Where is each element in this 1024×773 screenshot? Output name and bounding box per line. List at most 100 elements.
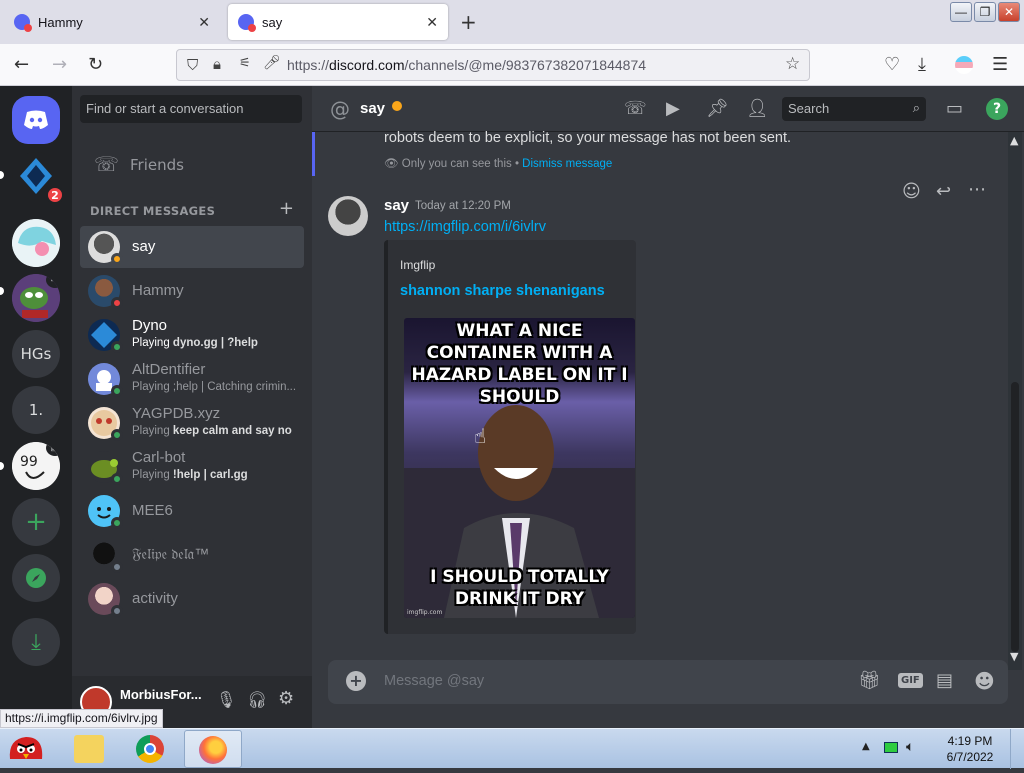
- clock[interactable]: 4:19 PM 6/7/2022: [936, 733, 1004, 765]
- downloads-icon[interactable]: ⤓: [918, 54, 926, 75]
- lock-icon[interactable]: 🔒︎: [213, 55, 221, 73]
- dm-item-yagpdb[interactable]: YAGPDB.xyz Playing keep calm and say no: [80, 402, 304, 444]
- dyno-server-icon[interactable]: 2: [12, 152, 64, 204]
- upload-plus-icon[interactable]: +: [346, 671, 366, 691]
- frog-server-icon[interactable]: ▭: [12, 274, 60, 322]
- pin-icon[interactable]: 📌︎: [706, 98, 729, 119]
- friends-nav-item[interactable]: ☏ Friends: [80, 144, 304, 186]
- file-explorer-icon[interactable]: [74, 735, 104, 763]
- show-desktop-button[interactable]: [1010, 729, 1024, 769]
- help-icon[interactable]: ?: [986, 98, 1008, 120]
- scroll-down-icon[interactable]: ▼: [1010, 650, 1018, 663]
- username: MorbiusFor...: [120, 687, 202, 702]
- dm-name: YAGPDB.xyz: [132, 405, 221, 422]
- url-text[interactable]: https://discord.com/channels/@me/9837673…: [287, 57, 646, 73]
- tray-expand-icon[interactable]: ▲: [862, 741, 870, 752]
- new-tab-icon[interactable]: +: [460, 10, 477, 34]
- avatar[interactable]: [328, 196, 368, 236]
- screen-share-icon: ▭: [46, 274, 60, 288]
- close-tab-icon[interactable]: ✕: [426, 14, 438, 31]
- inbox-icon[interactable]: ▭: [946, 98, 963, 119]
- status-online-icon: [111, 473, 123, 485]
- reply-icon[interactable]: ↩: [936, 181, 951, 202]
- message-timestamp: Today at 12:20 PM: [415, 200, 511, 212]
- status-online-icon: [111, 429, 123, 441]
- message-composer[interactable]: + Message @say 🎁︎ GIF ▤ ☻: [328, 660, 1008, 704]
- minimize-window-button[interactable]: —: [950, 2, 972, 22]
- pocket-icon[interactable]: ♡: [884, 54, 900, 75]
- voice-call-icon[interactable]: ☏: [624, 98, 647, 119]
- video-call-icon[interactable]: ▶: [666, 98, 680, 119]
- more-options-icon[interactable]: ⋯: [968, 179, 986, 200]
- unread-pill: [0, 287, 4, 295]
- menu-icon[interactable]: ☰: [992, 54, 1008, 75]
- dm-item-felipe[interactable]: 𝔉𝔢𝔩𝔦𝔭𝔢 𝔡𝔢𝔩𝔞™: [80, 534, 304, 576]
- gear-icon[interactable]: ⚙: [278, 688, 294, 709]
- dm-item-say[interactable]: say: [80, 226, 304, 268]
- chrome-icon[interactable]: [136, 735, 164, 763]
- search-input[interactable]: Search ⌕: [782, 97, 926, 121]
- dm-item-activity[interactable]: activity: [80, 578, 304, 620]
- profile-icon[interactable]: [955, 56, 973, 74]
- scrollbar-track[interactable]: ▲ ▼: [1008, 132, 1022, 670]
- find-conversation-input[interactable]: Find or start a conversation: [80, 95, 302, 123]
- dismiss-message-link[interactable]: Dismiss message: [522, 158, 612, 170]
- message-link[interactable]: https://imgflip.com/i/6ivlrv: [384, 219, 546, 235]
- status-online-icon: [111, 385, 123, 397]
- microphone-icon[interactable]: 🎙︎: [216, 690, 236, 709]
- back-arrow-icon[interactable]: ←: [14, 54, 29, 75]
- status-online-icon: [111, 517, 123, 529]
- dm-item-mee6[interactable]: MEE6: [80, 490, 304, 532]
- gif-button[interactable]: GIF: [898, 673, 923, 688]
- bookmark-star-icon[interactable]: ☆: [785, 54, 800, 74]
- embed-title[interactable]: shannon sharpe shenanigans: [400, 283, 605, 299]
- add-reaction-icon[interactable]: ☺: [902, 181, 921, 202]
- network-icon[interactable]: [884, 742, 898, 753]
- anime-server-icon[interactable]: [12, 219, 60, 267]
- start-button[interactable]: [4, 729, 48, 769]
- close-window-button[interactable]: ✕: [998, 2, 1020, 22]
- discord-home-icon[interactable]: [12, 96, 60, 144]
- 99-server-icon[interactable]: 99 ▣: [12, 442, 60, 490]
- permissions-icon[interactable]: ⚟: [239, 56, 251, 71]
- dm-item-dyno[interactable]: Dyno Playing dyno.gg | ?help: [80, 314, 304, 356]
- embed-image[interactable]: WHAT A NICE CONTAINER WITH A HAZARD LABE…: [404, 318, 635, 618]
- explore-icon[interactable]: [12, 554, 60, 602]
- close-tab-icon[interactable]: ✕: [198, 14, 210, 31]
- scrollbar-thumb[interactable]: [1011, 382, 1019, 652]
- add-server-icon[interactable]: +: [12, 498, 60, 546]
- message-input[interactable]: Message @say: [384, 673, 484, 689]
- shield-icon[interactable]: ⛉: [187, 56, 198, 74]
- message-author[interactable]: say: [384, 197, 409, 214]
- headphones-icon[interactable]: 🎧︎: [247, 690, 267, 709]
- emoji-icon[interactable]: ☻: [974, 669, 995, 693]
- sticker-icon[interactable]: ▤: [936, 670, 953, 691]
- link-embed: Imgflip shannon sharpe shenanigans WHAT …: [384, 240, 636, 634]
- status-idle-icon: [392, 101, 402, 111]
- reload-icon[interactable]: ↻: [88, 54, 103, 75]
- tab-title: Hammy: [38, 14, 83, 30]
- tab-say[interactable]: say ✕: [228, 4, 448, 40]
- status-offline-icon: [111, 561, 123, 573]
- add-friend-icon[interactable]: 👤︎: [746, 98, 769, 119]
- message-content: robots deem to be explicit, so your mess…: [384, 130, 792, 146]
- dm-item-hammy[interactable]: Hammy: [80, 270, 304, 312]
- volume-icon[interactable]: 🔈︎: [906, 739, 914, 755]
- ephemeral-note: 👁︎ Only you can see this • Dismiss messa…: [384, 158, 613, 170]
- tab-hammy[interactable]: Hammy ✕: [4, 4, 220, 40]
- download-icon[interactable]: ⤓: [12, 618, 60, 666]
- server-1[interactable]: 1.: [12, 386, 60, 434]
- server-list: 2 ▭ HGs 1. 99 ▣ + ⤓: [0, 86, 72, 728]
- dm-item-altdentifier[interactable]: AltDentifier Playing ;help | Catching cr…: [80, 358, 304, 400]
- url-bar[interactable]: ⛉ 🔒︎ ⚟ 🎤︎ https://discord.com/channels/@…: [176, 49, 810, 81]
- scroll-up-icon[interactable]: ▲: [1010, 134, 1018, 147]
- dm-item-carl-bot[interactable]: Carl-bot Playing !help | carl.gg: [80, 446, 304, 488]
- firefox-taskbar-button[interactable]: [184, 730, 242, 768]
- gift-icon[interactable]: 🎁︎: [858, 670, 881, 691]
- taskbar: ▲ 🔈︎ 4:19 PM 6/7/2022: [0, 728, 1024, 769]
- forward-arrow-icon[interactable]: →: [52, 54, 67, 75]
- server-hgs[interactable]: HGs: [12, 330, 60, 378]
- microphone-icon[interactable]: 🎤︎: [263, 55, 281, 71]
- create-dm-icon[interactable]: +: [279, 198, 294, 219]
- maximize-window-button[interactable]: ❐: [974, 2, 996, 22]
